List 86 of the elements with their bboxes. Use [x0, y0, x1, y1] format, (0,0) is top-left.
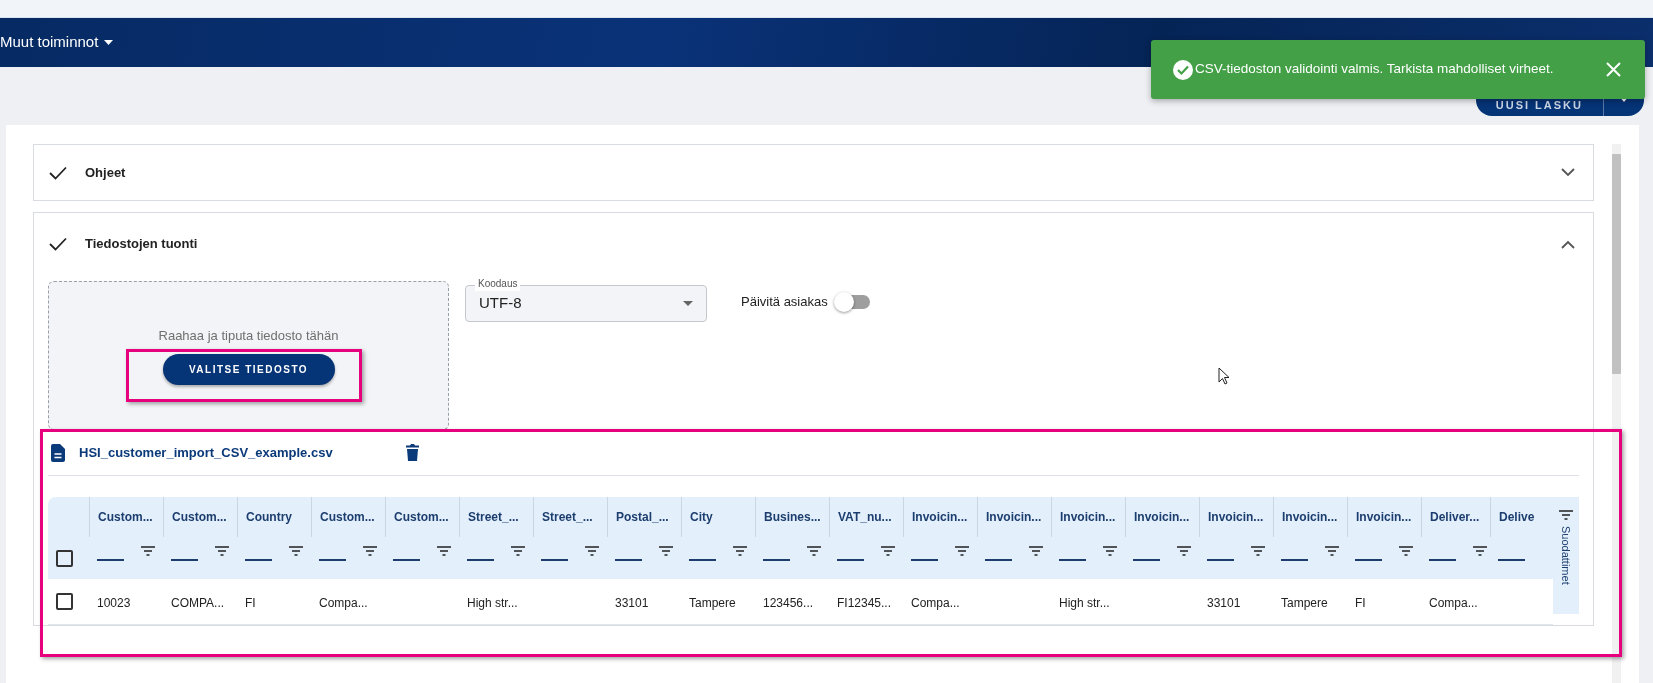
table-cell: High str...: [467, 595, 518, 610]
file-drop-zone[interactable]: Raahaa ja tiputa tiedosto tähän VALITSE TIEDOSTO: [48, 281, 449, 430]
filter-icon[interactable]: [1029, 546, 1043, 556]
filter-icon[interactable]: [1103, 546, 1117, 556]
choose-file-button[interactable]: VALITSE TIEDOSTO: [162, 353, 335, 385]
filter-icon[interactable]: [1399, 546, 1413, 556]
column-header[interactable]: Invoicin...: [1282, 508, 1338, 526]
table-cell: COMPA...: [171, 595, 225, 610]
filters-label: Suodattimet: [1559, 526, 1574, 585]
column-header[interactable]: Custom...: [394, 508, 449, 526]
filter-icon[interactable]: [807, 546, 821, 556]
column-header[interactable]: Custom...: [172, 508, 227, 526]
accordion-header[interactable]: Ohjeet: [34, 145, 1593, 200]
filter-icon[interactable]: [1559, 510, 1573, 520]
column-header[interactable]: City: [690, 508, 713, 526]
toggle-label: Päivitä asiakas: [741, 293, 828, 311]
filter-icon[interactable]: [1177, 546, 1191, 556]
checkmark-icon: [49, 165, 67, 180]
column-header[interactable]: Country: [246, 508, 292, 526]
checkbox[interactable]: [56, 593, 73, 610]
column-header[interactable]: Delive: [1499, 508, 1535, 526]
table-cell: Compa...: [1429, 595, 1478, 610]
filter-icon[interactable]: [289, 546, 303, 556]
file-name: HSI_customer_import_CSV_example.csv: [79, 443, 333, 462]
filter-icon[interactable]: [437, 546, 451, 556]
column-header[interactable]: Custom...: [98, 508, 153, 526]
checkmark-icon: [49, 237, 67, 251]
chevron-up-icon[interactable]: [1561, 239, 1575, 249]
table-cell: Compa...: [319, 595, 368, 610]
filter-icon[interactable]: [215, 546, 229, 556]
filter-icon[interactable]: [1251, 546, 1265, 556]
table-cell: Tampere: [689, 595, 736, 610]
scrollbar[interactable]: [1612, 144, 1621, 683]
document-icon: [51, 443, 65, 462]
table-cell: 33101: [1207, 595, 1241, 610]
filters-side-panel[interactable]: Suodattimet: [1553, 497, 1579, 614]
caret-down-icon: [104, 40, 114, 45]
filter-icon[interactable]: [659, 546, 673, 556]
column-header[interactable]: VAT_nu...: [838, 508, 892, 526]
table-cell: 123456...: [763, 595, 814, 610]
filter-icon[interactable]: [955, 546, 969, 556]
check-circle-icon: [1173, 59, 1193, 80]
column-header[interactable]: Invoicin...: [912, 508, 968, 526]
table-cell: 33101: [615, 595, 649, 610]
new-invoice-button[interactable]: UUSI LASKU: [1475, 84, 1603, 116]
column-header[interactable]: Street_...: [468, 508, 519, 526]
accordion-header[interactable]: Tiedostojen tuonti: [34, 213, 1593, 275]
caret-down-icon: [683, 301, 693, 306]
column-header[interactable]: Invoicin...: [1208, 508, 1264, 526]
column-header[interactable]: Invoicin...: [1060, 508, 1116, 526]
table-cell: FI12345...: [837, 595, 892, 610]
drop-hint: Raahaa ja tiputa tiedosto tähän: [158, 327, 339, 345]
filter-icon[interactable]: [141, 546, 155, 556]
section-title: Tiedostojen tuonti: [85, 235, 198, 254]
checkbox[interactable]: [56, 550, 73, 567]
table-cell: FI: [245, 595, 256, 610]
column-header[interactable]: Custom...: [320, 508, 375, 526]
select-value: UTF-8: [479, 293, 522, 314]
mouse-cursor-icon: [1218, 367, 1230, 385]
delete-icon[interactable]: [405, 444, 419, 461]
table-cell: High str...: [1059, 595, 1110, 610]
filter-icon[interactable]: [1325, 546, 1339, 556]
filter-icon[interactable]: [733, 546, 747, 556]
section-title: Ohjeet: [85, 163, 126, 182]
chevron-down-icon[interactable]: [1561, 168, 1575, 177]
toast-message: CSV-tiedoston validointi valmis. Tarkista mahdolliset virheet.: [1195, 60, 1554, 79]
filter-icon[interactable]: [363, 546, 377, 556]
table-cell: FI: [1355, 595, 1366, 610]
table-cell: Compa...: [911, 595, 960, 610]
filter-icon[interactable]: [1473, 546, 1487, 556]
column-header[interactable]: Invoicin...: [986, 508, 1042, 526]
column-header[interactable]: Street_...: [542, 508, 593, 526]
filter-icon[interactable]: [511, 546, 525, 556]
column-header[interactable]: Deliver...: [1430, 508, 1480, 526]
close-icon[interactable]: [1606, 62, 1621, 77]
filter-icon[interactable]: [881, 546, 895, 556]
toggle-switch[interactable]: [835, 294, 870, 309]
column-header[interactable]: Postal_...: [616, 508, 669, 526]
field-label: Koodaus: [475, 277, 521, 291]
table-cell: Tampere: [1281, 595, 1328, 610]
column-header[interactable]: Busines...: [764, 508, 821, 526]
table-cell: 10023: [97, 595, 131, 610]
column-header[interactable]: Invoicin...: [1134, 508, 1190, 526]
menu-dropdown[interactable]: Muut toiminnot: [0, 31, 114, 54]
filter-icon[interactable]: [585, 546, 599, 556]
column-header[interactable]: Invoicin...: [1356, 508, 1412, 526]
